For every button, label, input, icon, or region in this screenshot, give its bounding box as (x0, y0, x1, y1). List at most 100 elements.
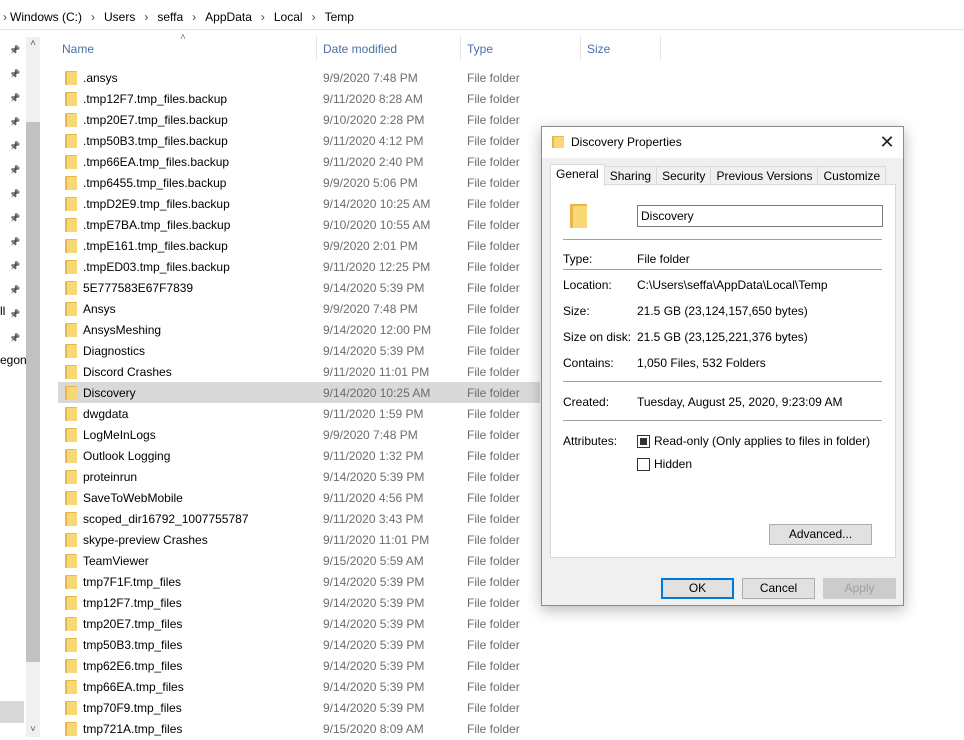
file-row[interactable]: .tmp20E7.tmp_files.backup 9/10/2020 2:28 … (58, 109, 538, 130)
file-name[interactable]: LogMeInLogs (83, 428, 156, 442)
close-icon[interactable]: ✕ (876, 132, 898, 154)
nav-scrollbar-thumb[interactable] (26, 122, 40, 662)
file-row[interactable]: tmp721A.tmp_files 9/15/2020 8:09 AM File f… (58, 718, 538, 739)
column-divider[interactable] (460, 36, 461, 60)
file-name[interactable]: skype-preview Crashes (83, 533, 208, 547)
advanced-button[interactable]: Advanced... (769, 524, 872, 545)
file-row[interactable]: proteinrun 9/14/2020 5:39 PM File folder (58, 466, 538, 487)
breadcrumb-item[interactable]: Temp (325, 4, 354, 30)
breadcrumb-item[interactable]: AppData (205, 4, 252, 30)
file-name[interactable]: 5E777583E67F7839 (83, 281, 193, 295)
hidden-checkbox[interactable] (637, 458, 650, 471)
dialog-title-bar[interactable]: Discovery Properties ✕ (542, 127, 903, 158)
file-name[interactable]: .tmp12F7.tmp_files.backup (83, 92, 227, 106)
readonly-label[interactable]: Read-only (Only applies to files in fold… (654, 434, 870, 448)
file-name[interactable]: .tmpE161.tmp_files.backup (83, 239, 228, 253)
file-row[interactable]: .tmpD2E9.tmp_files.backup 9/14/2020 10:25… (58, 193, 538, 214)
nav-item-label-partial[interactable]: ll (0, 304, 5, 318)
file-row[interactable]: .ansys 9/9/2020 7:48 PM File folder (58, 67, 538, 88)
file-row[interactable]: tmp20E7.tmp_files 9/14/2020 5:39 PM File f… (58, 613, 538, 634)
nav-scrollbar[interactable]: ˄ ˅ (26, 37, 40, 737)
file-name[interactable]: Discovery (83, 386, 136, 400)
file-row[interactable]: tmp70F9.tmp_files 9/14/2020 5:39 PM File f… (58, 697, 538, 718)
column-divider[interactable] (580, 36, 581, 60)
breadcrumb-chevron-icon[interactable]: › (82, 10, 104, 24)
breadcrumb-item[interactable]: Users (104, 4, 135, 30)
file-name[interactable]: tmp12F7.tmp_files (83, 596, 182, 610)
scroll-down-icon[interactable]: ˅ (26, 723, 40, 737)
nav-item-label-partial[interactable]: egon (0, 353, 27, 367)
ok-button[interactable]: OK (661, 578, 734, 599)
readonly-checkbox[interactable] (637, 435, 650, 448)
pin-icon[interactable]: 📌 (8, 283, 22, 297)
column-header-name[interactable]: Name (62, 36, 312, 62)
file-row[interactable]: tmp66EA.tmp_files 9/14/2020 5:39 PM File f… (58, 676, 538, 697)
file-row[interactable]: Ansys 9/9/2020 7:48 PM File folder (58, 298, 538, 319)
breadcrumb-item[interactable]: Local (274, 4, 303, 30)
file-name[interactable]: tmp50B3.tmp_files (83, 638, 182, 652)
file-row[interactable]: .tmpED03.tmp_files.backup 9/11/2020 12:25… (58, 256, 538, 277)
file-row[interactable]: tmp62E6.tmp_files 9/14/2020 5:39 PM File f… (58, 655, 538, 676)
nav-item-selected[interactable] (0, 701, 24, 723)
file-name[interactable]: Discord Crashes (83, 365, 172, 379)
file-row[interactable]: tmp12F7.tmp_files 9/14/2020 5:39 PM File f… (58, 592, 538, 613)
file-name[interactable]: .tmp6455.tmp_files.backup (83, 176, 226, 190)
breadcrumb-chevron-icon[interactable]: › (303, 10, 325, 24)
pin-icon[interactable]: 📌 (8, 67, 22, 81)
column-divider[interactable] (316, 36, 317, 60)
apply-button[interactable]: Apply (823, 578, 896, 599)
pin-icon[interactable]: 📌 (8, 91, 22, 105)
file-name[interactable]: TeamViewer (83, 554, 149, 568)
file-row[interactable]: tmp7F1F.tmp_files 9/14/2020 5:39 PM File f… (58, 571, 538, 592)
file-row[interactable]: .tmpE7BA.tmp_files.backup 9/10/2020 10:55… (58, 214, 538, 235)
scroll-up-icon[interactable]: ˄ (26, 37, 40, 51)
column-header-type[interactable]: Type (467, 36, 577, 62)
column-divider[interactable] (660, 36, 661, 60)
file-name[interactable]: .tmpED03.tmp_files.backup (83, 260, 230, 274)
file-row[interactable]: .tmp6455.tmp_files.backup 9/9/2020 5:06 P… (58, 172, 538, 193)
folder-name-input[interactable] (637, 205, 883, 227)
file-row[interactable]: Diagnostics 9/14/2020 5:39 PM File folder (58, 340, 538, 361)
column-header-date-modified[interactable]: Date modified (323, 36, 453, 62)
file-name[interactable]: .tmpD2E9.tmp_files.backup (83, 197, 230, 211)
file-row[interactable]: .tmp12F7.tmp_files.backup 9/11/2020 8:28 … (58, 88, 538, 109)
pin-icon[interactable]: 📌 (8, 211, 22, 225)
file-name[interactable]: tmp7F1F.tmp_files (83, 575, 181, 589)
breadcrumb-chevron-icon[interactable]: › (135, 10, 157, 24)
file-row[interactable]: Discord Crashes 9/11/2020 11:01 PM File fo… (58, 361, 538, 382)
file-name[interactable]: Ansys (83, 302, 116, 316)
file-row[interactable]: 5E777583E67F7839 9/14/2020 5:39 PM File fo… (58, 277, 538, 298)
breadcrumb-item[interactable]: Windows (C:) (10, 4, 82, 30)
file-row[interactable]: LogMeInLogs 9/9/2020 7:48 PM File folder (58, 424, 538, 445)
file-name[interactable]: AnsysMeshing (83, 323, 161, 337)
file-row[interactable]: Discovery 9/14/2020 10:25 AM File folder (58, 382, 540, 403)
file-name[interactable]: Outlook Logging (83, 449, 170, 463)
pin-icon[interactable]: 📌 (8, 187, 22, 201)
pin-icon[interactable]: 📌 (8, 259, 22, 273)
file-name[interactable]: tmp20E7.tmp_files (83, 617, 182, 631)
pin-icon[interactable]: 📌 (8, 235, 22, 249)
pin-icon[interactable]: 📌 (8, 43, 22, 57)
file-name[interactable]: dwgdata (83, 407, 128, 421)
file-name[interactable]: .tmp66EA.tmp_files.backup (83, 155, 229, 169)
file-row[interactable]: skype-preview Crashes 9/11/2020 11:01 PM F… (58, 529, 538, 550)
file-name[interactable]: scoped_dir16792_1007755787 (83, 512, 249, 526)
file-name[interactable]: .tmp50B3.tmp_files.backup (83, 134, 228, 148)
hidden-label[interactable]: Hidden (654, 457, 692, 471)
tab-general[interactable]: General (550, 164, 605, 186)
file-row[interactable]: dwgdata 9/11/2020 1:59 PM File folder (58, 403, 538, 424)
pin-icon[interactable]: 📌 (8, 139, 22, 153)
file-row[interactable]: scoped_dir16792_1007755787 9/11/2020 3:43… (58, 508, 538, 529)
file-row[interactable]: Outlook Logging 9/11/2020 1:32 PM File fol… (58, 445, 538, 466)
pin-icon[interactable]: 📌 (8, 115, 22, 129)
breadcrumb-chevron-icon[interactable]: › (183, 10, 205, 24)
column-header-size[interactable]: Size (587, 36, 657, 62)
tab-previous-versions[interactable]: Previous Versions (710, 166, 819, 186)
file-name[interactable]: tmp721A.tmp_files (83, 722, 182, 736)
cancel-button[interactable]: Cancel (742, 578, 815, 599)
file-name[interactable]: .tmpE7BA.tmp_files.backup (83, 218, 230, 232)
file-name[interactable]: .tmp20E7.tmp_files.backup (83, 113, 228, 127)
file-row[interactable]: .tmp50B3.tmp_files.backup 9/11/2020 4:12 … (58, 130, 538, 151)
tab-customize[interactable]: Customize (817, 166, 887, 186)
file-name[interactable]: Diagnostics (83, 344, 145, 358)
